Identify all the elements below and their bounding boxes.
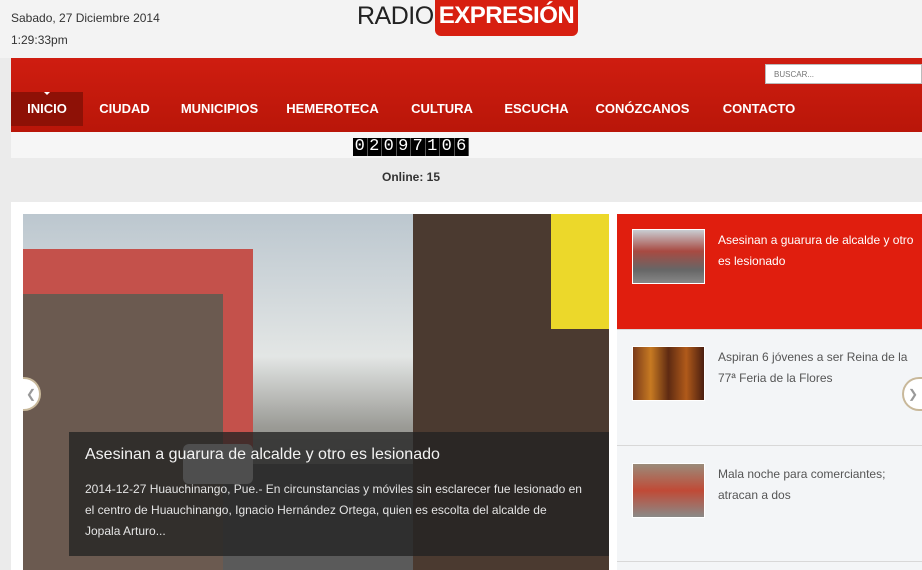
- nav-item-hemeroteca[interactable]: HEMEROTECA: [273, 92, 392, 126]
- counter-digit: 2: [367, 138, 382, 156]
- news-thumbnail: [632, 463, 705, 518]
- counter-digit: 9: [396, 138, 411, 156]
- nav-item-ciudad[interactable]: CIUDAD: [83, 92, 166, 126]
- nav-item-municipios[interactable]: MUNICIPIOS: [166, 92, 273, 126]
- logo-expresion-text: EXPRESIÓN: [434, 0, 579, 36]
- nav-item-escucha[interactable]: ESCUCHA: [492, 92, 581, 126]
- nav-item-contacto[interactable]: CONTACTO: [704, 92, 814, 126]
- counter-digit: 7: [411, 138, 426, 156]
- chevron-right-icon: ❯: [907, 387, 919, 401]
- slider-text: 2014-12-27 Huauchinango, Pue.- En circun…: [85, 482, 582, 538]
- news-thumbnail: [632, 346, 705, 401]
- logo-radio-text: RADIO: [357, 2, 434, 30]
- search-input[interactable]: [765, 64, 922, 84]
- counter-digit: 0: [382, 138, 397, 156]
- visit-counter: 0 2 0 9 7 1 0 6: [353, 138, 469, 156]
- news-item[interactable]: Mala noche para comerciantes; atracan a …: [617, 446, 922, 562]
- news-list: Asesinan a guarura de alcalde y otro es …: [617, 214, 922, 570]
- nav-item-conozcanos[interactable]: CONÓZCANOS: [581, 92, 704, 126]
- news-title[interactable]: Aspiran 6 jóvenes a ser Reina de la 77ª …: [718, 347, 922, 389]
- counter-digit: 0: [353, 138, 368, 156]
- counter-digit: 1: [425, 138, 440, 156]
- photo-sign: [551, 214, 609, 329]
- current-time: 1:29:33pm: [11, 33, 68, 47]
- news-item[interactable]: Aspiran 6 jóvenes a ser Reina de la 77ª …: [617, 330, 922, 446]
- news-item[interactable]: Asesinan a guarura de alcalde y otro es …: [617, 214, 922, 330]
- news-thumbnail: [632, 229, 705, 284]
- current-date: Sabado, 27 Diciembre 2014: [11, 11, 160, 25]
- site-logo[interactable]: RADIO EXPRESIÓN: [357, 0, 579, 44]
- news-title[interactable]: Mala noche para comerciantes; atracan a …: [718, 464, 922, 506]
- counter-digit: 0: [440, 138, 455, 156]
- slider-title[interactable]: Asesinan a guarura de alcalde y otro es …: [85, 446, 585, 464]
- nav-item-cultura[interactable]: CULTURA: [392, 92, 492, 126]
- news-title[interactable]: Asesinan a guarura de alcalde y otro es …: [718, 230, 922, 272]
- nav-item-inicio[interactable]: INICIO: [11, 92, 83, 126]
- chevron-left-icon: ❮: [25, 387, 37, 401]
- main-nav: INICIO CIUDAD MUNICIPIOS HEMEROTECA CULT…: [11, 92, 922, 126]
- online-count: Online: 15: [382, 170, 441, 184]
- counter-digit: 6: [454, 138, 469, 156]
